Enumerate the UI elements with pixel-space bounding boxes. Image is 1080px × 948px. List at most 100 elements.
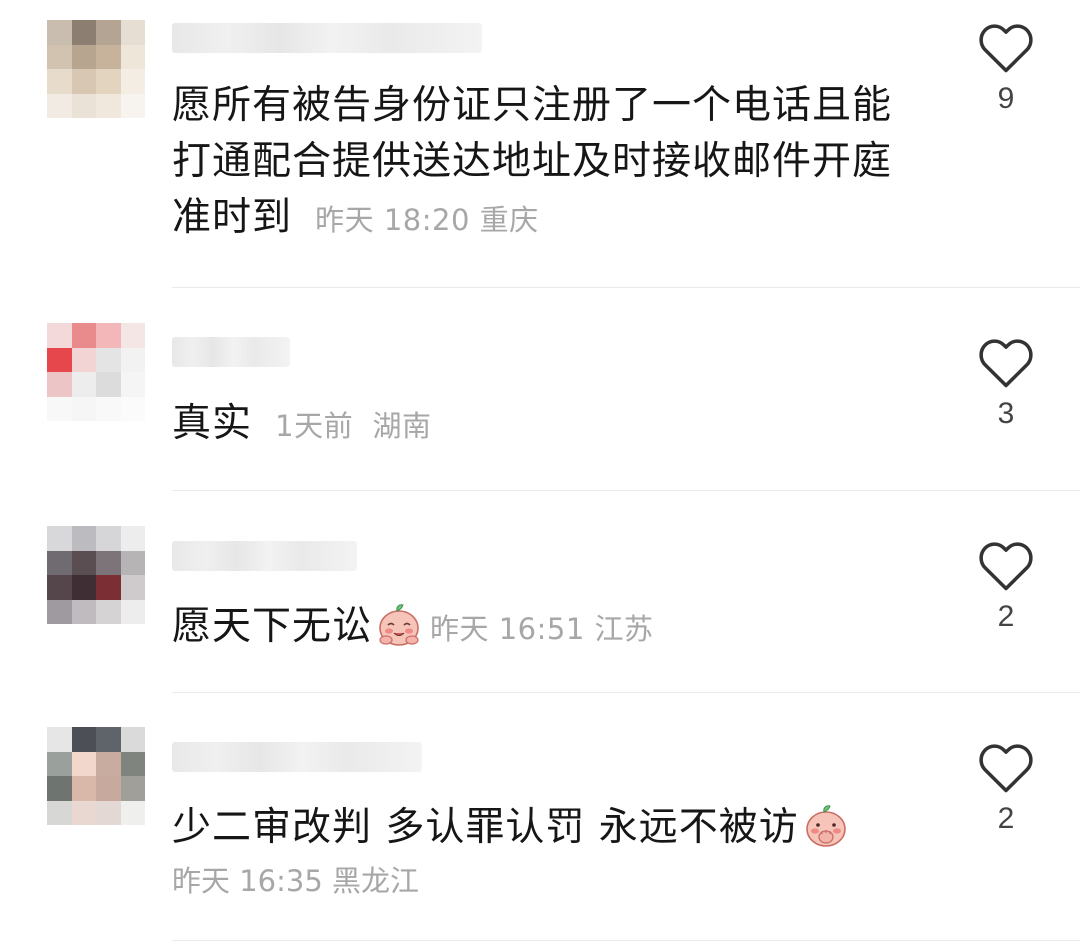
avatar-pixel <box>96 599 121 624</box>
username-blurred[interactable] <box>172 23 482 53</box>
comment-text-block: 愿所有被告身份证只注册了一个电话且能打通配合提供送达地址及时接收邮件开庭准时到 … <box>172 78 892 248</box>
avatar-pixel <box>71 44 96 69</box>
avatar-pixel <box>47 20 72 45</box>
like-button[interactable]: 3 <box>970 337 1042 431</box>
avatar-pixel <box>96 727 121 752</box>
avatar[interactable] <box>47 20 145 118</box>
username-blurred[interactable] <box>172 742 422 772</box>
avatar-pixel <box>47 800 72 825</box>
avatar-pixel <box>96 69 121 94</box>
comment-text: 少二审改判 多认罪认罚 永远不被访 <box>172 805 799 850</box>
comment-meta: 昨天 16:51 江苏 <box>430 612 654 646</box>
avatar-pixel <box>120 575 145 600</box>
avatar-pixel <box>96 776 121 801</box>
avatar-pixel <box>47 776 72 801</box>
avatar-pixel <box>47 69 72 94</box>
avatar-pixel <box>47 372 72 397</box>
avatar-pixel <box>47 347 72 372</box>
comment-location: 江苏 <box>594 612 654 646</box>
avatar-pixel <box>120 776 145 801</box>
avatar-pixel <box>96 751 121 776</box>
avatar-pixel <box>120 347 145 372</box>
avatar-pixel <box>71 347 96 372</box>
comment-time: 昨天 18:20 <box>315 203 470 237</box>
avatar-pixel <box>71 20 96 45</box>
avatar-pixel <box>47 44 72 69</box>
avatar-pixel <box>47 396 72 421</box>
divider <box>172 940 1080 941</box>
avatar-pixel <box>71 599 96 624</box>
peach-hand-emoji <box>805 805 846 847</box>
avatar-pixel <box>120 550 145 575</box>
avatar-pixel <box>71 69 96 94</box>
avatar-pixel <box>71 800 96 825</box>
avatar-pixel <box>96 44 121 69</box>
heart-icon <box>979 542 1033 591</box>
avatar-pixel <box>47 751 72 776</box>
avatar-pixel <box>71 776 96 801</box>
avatar-pixel <box>47 727 72 752</box>
comment-location: 重庆 <box>479 203 539 237</box>
avatar-pixel <box>71 751 96 776</box>
comment-meta: 昨天 16:35 黑龙江 <box>172 861 419 901</box>
comment-text-block: 少二审改判 多认罪认罚 永远不被访 <box>172 800 892 856</box>
avatar-pixel <box>71 526 96 551</box>
like-count: 2 <box>997 600 1015 633</box>
avatar-pixel <box>71 727 96 752</box>
comment-time: 昨天 16:35 <box>172 864 323 898</box>
like-count: 9 <box>997 82 1015 115</box>
like-count: 2 <box>997 802 1015 835</box>
avatar-pixel <box>96 20 121 45</box>
avatar-pixel <box>120 800 145 825</box>
comment-meta: 1天前 湖南 <box>265 409 431 443</box>
heart-icon <box>979 24 1033 73</box>
avatar[interactable] <box>47 526 145 624</box>
avatar-pixel <box>96 93 121 118</box>
comment-time: 1天前 <box>275 409 354 443</box>
avatar-pixel <box>96 396 121 421</box>
avatar-pixel <box>71 396 96 421</box>
avatar-pixel <box>96 800 121 825</box>
avatar-pixel <box>47 575 72 600</box>
avatar-pixel <box>120 323 145 348</box>
avatar-pixel <box>120 751 145 776</box>
username-blurred[interactable] <box>172 541 357 571</box>
avatar-pixel <box>96 550 121 575</box>
heart-icon <box>979 744 1033 793</box>
divider <box>172 287 1080 288</box>
avatar-pixel <box>120 93 145 118</box>
avatar-pixel <box>47 93 72 118</box>
avatar-pixel <box>120 396 145 421</box>
comment-time: 昨天 16:51 <box>430 612 585 646</box>
comment-text: 真实 <box>172 401 253 446</box>
avatar-pixel <box>120 20 145 45</box>
avatar[interactable] <box>47 323 145 421</box>
avatar-pixel <box>47 550 72 575</box>
heart-icon <box>979 339 1033 388</box>
avatar-pixel <box>120 69 145 94</box>
comment-text-block: 真实 1天前 湖南 <box>172 396 892 454</box>
like-button[interactable]: 9 <box>970 22 1042 116</box>
avatar-pixel <box>120 372 145 397</box>
like-button[interactable]: 2 <box>970 540 1042 634</box>
avatar-pixel <box>47 526 72 551</box>
avatar-pixel <box>71 323 96 348</box>
like-button[interactable]: 2 <box>970 742 1042 836</box>
avatar-pixel <box>71 372 96 397</box>
username-blurred[interactable] <box>172 337 290 367</box>
avatar-pixel <box>96 347 121 372</box>
divider <box>172 692 1080 693</box>
avatar-pixel <box>96 526 121 551</box>
comment-text-block: 愿天下无讼 昨天 16:51 江苏 <box>172 599 892 657</box>
avatar-pixel <box>71 575 96 600</box>
avatar-pixel <box>71 550 96 575</box>
avatar-pixel <box>96 575 121 600</box>
like-count: 3 <box>997 397 1015 430</box>
comment-location: 黑龙江 <box>332 864 420 898</box>
avatar-pixel <box>47 323 72 348</box>
avatar-pixel <box>96 323 121 348</box>
avatar[interactable] <box>47 727 145 825</box>
avatar-pixel <box>120 44 145 69</box>
avatar-pixel <box>71 93 96 118</box>
peach-smile-emoji <box>379 604 419 646</box>
